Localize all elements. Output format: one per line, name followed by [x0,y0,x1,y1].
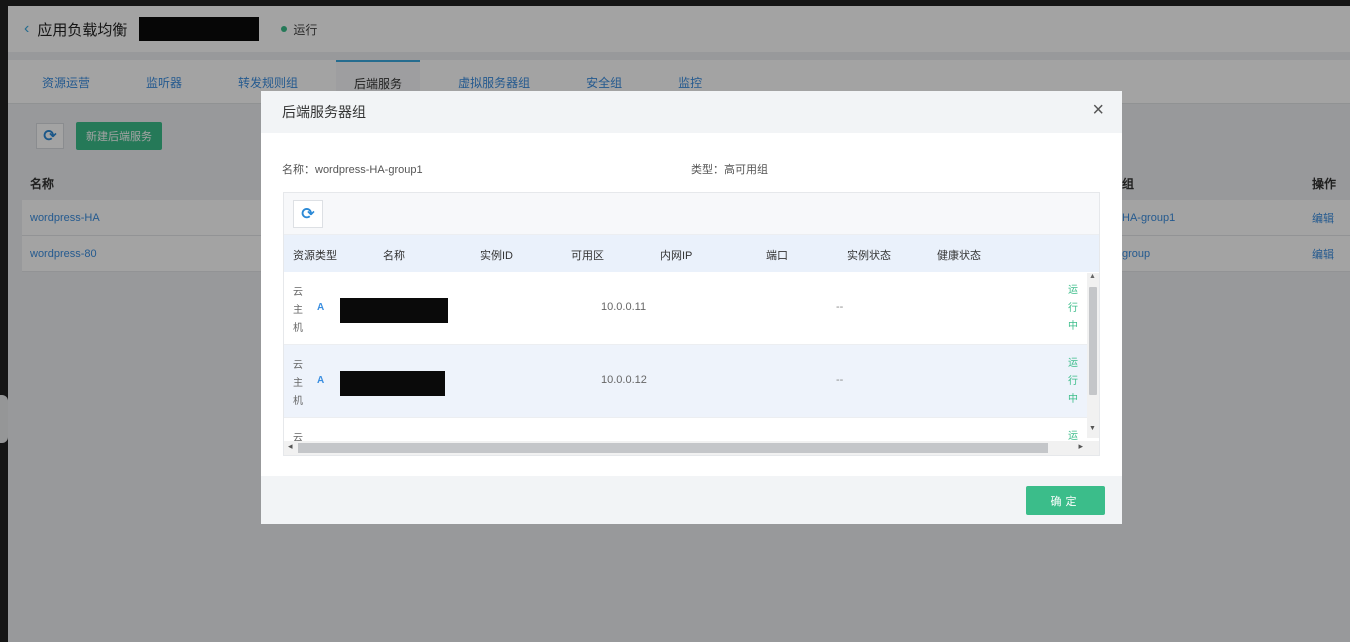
health-status-cell: -- [836,374,844,386]
col-instance-status: 实例状态 [847,250,891,262]
col-health-status: 健康状态 [937,250,981,262]
dialog-header: 后端服务器组 × [261,91,1122,133]
col-instance-id: 实例ID [480,250,513,262]
horizontal-scrollbar[interactable]: ◂ ▸ [284,441,1099,455]
confirm-button[interactable]: 确定 [1026,486,1105,515]
horizontal-scroll-thumb[interactable] [298,443,1048,453]
table-row: 云主机 A 10.0.0.11 -- 运行中 [284,272,1099,345]
server-list-panel: ⟳ 资源类型 名称 实例ID 可用区 内网IP 端口 实例状态 健康状态 云主机… [283,192,1100,456]
col-zone: 可用区 [571,250,604,262]
vertical-scrollbar[interactable]: ▲ ▼ [1087,273,1099,438]
scroll-right-icon[interactable]: ▸ [1078,441,1083,452]
close-icon[interactable]: × [1092,99,1104,122]
group-type-label: 类型：高可用组 [691,164,768,176]
dialog-footer: 确定 [261,476,1122,524]
private-ip-cell: 10.0.0.11 [601,301,647,313]
col-port: 端口 [766,250,788,262]
private-ip-cell: 10.0.0.12 [601,374,647,386]
col-private-ip: 内网IP [660,250,693,262]
group-name-label: 名称：wordpress-HA-group1 [282,164,423,176]
scroll-left-icon[interactable]: ◂ [288,441,293,452]
table-row: 云主机 A 10.0.0.12 -- 运行中 [284,345,1099,418]
col-resource-type: 资源类型 [293,250,337,262]
zone-cell: A [317,375,325,386]
col-name: 名称 [383,250,405,262]
redacted-server-name [340,298,448,323]
zone-cell: A [317,302,325,313]
backend-server-group-dialog: 后端服务器组 × 名称：wordpress-HA-group1 类型：高可用组 … [261,91,1122,524]
resource-type-cell: 云主机 [293,287,303,334]
instance-status-cell: 运行中 [1068,358,1078,405]
dialog-title: 后端服务器组 [282,104,366,120]
vertical-scroll-thumb[interactable] [1089,287,1097,395]
resource-type-cell: 云主机 [293,360,303,407]
refresh-icon[interactable]: ⟳ [293,199,323,228]
redacted-server-name [340,371,445,396]
server-table-header: 资源类型 名称 实例ID 可用区 内网IP 端口 实例状态 健康状态 [284,235,1099,272]
panel-toolbar: ⟳ [284,193,1099,235]
health-status-cell: -- [836,301,844,313]
scroll-up-icon[interactable]: ▲ [1089,273,1096,280]
instance-status-cell: 运行中 [1068,285,1078,332]
scroll-down-icon[interactable]: ▼ [1089,425,1096,432]
